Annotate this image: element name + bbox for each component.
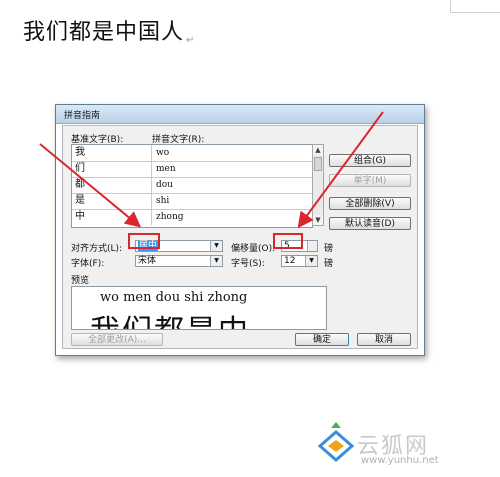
grid-row: 都 dou (72, 177, 312, 194)
alignment-highlight (128, 233, 160, 249)
combine-button[interactable]: 组合(G) (329, 154, 411, 167)
scroll-up-icon[interactable]: ▲ (313, 145, 323, 155)
pinyin-text-field[interactable]: zhong (152, 209, 312, 225)
grid-row: 们 men (72, 161, 312, 178)
pinyin-grid: 我 wo 们 men 都 dou 是 shi 中 zhong (71, 144, 313, 228)
document-line[interactable]: 我们都是中国人 ↵ (23, 14, 195, 46)
clear-all-button[interactable]: 全部删除(V) (329, 197, 411, 210)
pinyin-text-field[interactable]: wo (152, 145, 312, 161)
page-edge (450, 12, 500, 13)
preview-pinyin: wo men dou shi zhong (100, 290, 248, 305)
grid-scrollbar[interactable]: ▲ ▼ (312, 144, 324, 226)
watermark: 云狐网 www.yunhu.net (318, 418, 490, 474)
size-select[interactable]: 12 ▼ (281, 255, 318, 267)
base-text-field[interactable]: 都 (72, 177, 152, 193)
dialog-titlebar[interactable]: 拼音指南 (56, 105, 424, 124)
page-edge (450, 0, 451, 12)
offset-label: 偏移量(O): (231, 244, 276, 254)
base-text-field[interactable]: 我 (72, 145, 152, 161)
paragraph-mark-icon: ↵ (186, 35, 196, 46)
preview-box: wo men dou shi zhong 我们都是中 (71, 286, 327, 330)
pinyin-text-field[interactable]: men (152, 161, 312, 177)
default-reading-button[interactable]: 默认读音(D) (329, 217, 411, 230)
watermark-logo-icon (318, 422, 354, 462)
spinner-icon[interactable] (307, 241, 317, 251)
base-text-field[interactable]: 是 (72, 193, 152, 209)
pinyin-text-field[interactable]: shi (152, 193, 312, 209)
offset-unit: 磅 (324, 244, 334, 254)
ok-button[interactable]: 确定 (295, 333, 349, 346)
size-unit: 磅 (324, 259, 334, 269)
base-text-field[interactable]: 中 (72, 209, 152, 225)
alignment-label: 对齐方式(L): (71, 244, 123, 254)
offset-highlight (273, 233, 303, 249)
chevron-down-icon[interactable]: ▼ (210, 256, 222, 266)
pinyin-text-field[interactable]: dou (152, 177, 312, 193)
grid-row: 中 zhong (72, 209, 312, 225)
dialog-title: 拼音指南 (64, 111, 101, 121)
scroll-down-icon[interactable]: ▼ (313, 215, 323, 225)
size-value: 12 (284, 256, 296, 266)
size-label: 字号(S): (231, 259, 265, 269)
document-text[interactable]: 我们都是中国人 (23, 20, 184, 45)
single-char-button[interactable]: 单字(M) (329, 174, 411, 187)
chevron-down-icon[interactable]: ▼ (305, 256, 317, 266)
watermark-url: www.yunhu.net (361, 455, 439, 466)
font-label: 字体(F): (71, 259, 105, 269)
grid-row: 我 wo (72, 145, 312, 162)
grid-row: 是 shi (72, 193, 312, 210)
preview-label: 预览 (71, 276, 90, 286)
dialog-body: 基准文字(B): 拼音文字(R): 我 wo 们 men 都 dou 是 shi… (62, 125, 418, 349)
base-text-field[interactable]: 们 (72, 161, 152, 177)
change-all-button[interactable]: 全部更改(A)... (71, 333, 163, 346)
scroll-thumb[interactable] (314, 157, 322, 171)
chevron-down-icon[interactable]: ▼ (210, 241, 222, 251)
preview-characters: 我们都是中 (90, 306, 250, 329)
pinyin-guide-dialog: 拼音指南 基准文字(B): 拼音文字(R): 我 wo 们 men 都 dou … (55, 104, 425, 356)
font-select[interactable]: 宋体 ▼ (135, 255, 223, 267)
cancel-button[interactable]: 取消 (357, 333, 411, 346)
font-value: 宋体 (138, 256, 157, 266)
